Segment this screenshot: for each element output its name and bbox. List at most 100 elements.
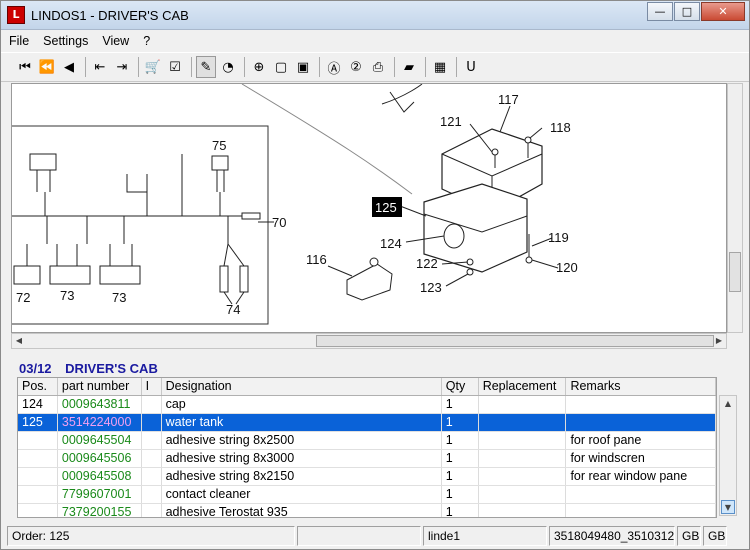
table-row[interactable]: 124 0009643811 cap 1 <box>18 396 716 414</box>
callout-125[interactable]: 125 <box>375 200 397 215</box>
drawing-vscroll-thumb[interactable] <box>729 252 741 292</box>
grid-icon[interactable]: ▦ <box>430 56 450 78</box>
title-bar[interactable]: L LINDOS1 - DRIVER'S CAB — □ ✕ <box>1 1 749 30</box>
callout-119[interactable]: 119 <box>548 230 569 245</box>
globe-icon[interactable]: ◔ <box>218 56 238 78</box>
menu-file[interactable]: File <box>9 34 29 48</box>
cart-icon[interactable]: 🛒 <box>143 56 163 78</box>
col-i[interactable]: I <box>142 378 162 395</box>
scroll-left-icon[interactable]: ◀ <box>12 334 26 348</box>
cell-remarks: for rear window pane <box>566 468 716 485</box>
status-ids: 3518049480_3510312 <box>549 526 675 546</box>
app-icon[interactable]: L <box>7 6 25 24</box>
table-row[interactable]: 0009645504 adhesive string 8x2500 1 for roo… <box>18 432 716 450</box>
col-replacement[interactable]: Replacement <box>479 378 567 395</box>
menu-view[interactable]: View <box>102 34 129 48</box>
cell-remarks <box>566 414 716 431</box>
find-2-icon[interactable]: ② <box>346 56 366 78</box>
exploded-view-svg: 75 70 72 73 73 74 117 121 118 125 124 11… <box>12 84 578 325</box>
previous-icon[interactable]: ◀ <box>59 56 79 78</box>
col-remarks[interactable]: Remarks <box>566 378 716 395</box>
scroll-up-icon[interactable]: ▲ <box>721 397 735 411</box>
cell-part-number: 0009643811 <box>58 396 142 413</box>
callout-117[interactable]: 117 <box>498 92 519 107</box>
menu-settings[interactable]: Settings <box>43 34 88 48</box>
cell-qty: 1 <box>442 486 479 503</box>
section-title: DRIVER'S CAB <box>65 361 158 376</box>
cell-qty: 1 <box>442 450 479 467</box>
maximize-button[interactable]: □ <box>674 2 700 21</box>
cell-i <box>142 468 162 485</box>
cell-replacement <box>479 504 567 517</box>
callout-116[interactable]: 116 <box>306 252 327 267</box>
parts-table: Pos. part number I Designation Qty Repla… <box>17 377 717 518</box>
cell-pos <box>18 486 58 503</box>
cell-i <box>142 450 162 467</box>
toolbar-separator <box>394 57 395 77</box>
cell-designation: water tank <box>162 414 442 431</box>
drawing-hscroll-thumb[interactable] <box>316 335 714 347</box>
close-button[interactable]: ✕ <box>701 2 745 21</box>
back-page-icon[interactable]: ⇤ <box>90 56 110 78</box>
parts-drawing[interactable]: 75 70 72 73 73 74 117 121 118 125 124 11… <box>11 83 727 333</box>
callout-122[interactable]: 122 <box>416 256 438 271</box>
menu-help[interactable]: ? <box>143 34 150 48</box>
callout-124[interactable]: 124 <box>380 236 402 251</box>
callout-70[interactable]: 70 <box>272 215 286 230</box>
cell-i <box>142 414 162 431</box>
callout-73a[interactable]: 73 <box>60 288 74 303</box>
first-icon[interactable]: ⏮ <box>15 56 35 78</box>
table-row[interactable]: 7379200155 adhesive Terostat 935 1 <box>18 504 716 517</box>
callout-72[interactable]: 72 <box>16 290 30 305</box>
table-row[interactable]: 0009645506 adhesive string 8x3000 1 for win… <box>18 450 716 468</box>
print-icon[interactable]: ⎙ <box>368 56 388 78</box>
callout-74[interactable]: 74 <box>226 302 240 317</box>
checklist-icon[interactable]: ☑ <box>165 56 185 78</box>
book-icon[interactable]: ▰ <box>399 56 419 78</box>
callout-73b[interactable]: 73 <box>112 290 126 305</box>
find-a-icon[interactable]: Ⓐ <box>324 56 344 78</box>
previous-fast-icon[interactable]: ⏪ <box>37 56 57 78</box>
cell-qty: 1 <box>442 396 479 413</box>
scroll-down-icon[interactable]: ▼ <box>721 500 735 514</box>
cell-qty: 1 <box>442 504 479 517</box>
table-vertical-scrollbar[interactable]: ▲ ▼ <box>719 395 737 516</box>
link-tool-icon[interactable]: ✎ <box>196 56 216 78</box>
minimize-button[interactable]: — <box>647 2 673 21</box>
toolbar-separator <box>319 57 320 77</box>
table-row[interactable]: 0009645508 adhesive string 8x2150 1 for rea… <box>18 468 716 486</box>
cell-part-number: 7379200155 <box>58 504 142 517</box>
cell-replacement <box>479 432 567 449</box>
col-pos[interactable]: Pos. <box>18 378 58 395</box>
col-part-number[interactable]: part number <box>58 378 142 395</box>
callout-75[interactable]: 75 <box>212 138 226 153</box>
cell-designation: adhesive string 8x2150 <box>162 468 442 485</box>
callout-120[interactable]: 120 <box>556 260 578 275</box>
page-icon[interactable]: ▢ <box>271 56 291 78</box>
callout-118[interactable]: 118 <box>550 120 571 135</box>
cell-designation: cap <box>162 396 442 413</box>
cell-pos <box>18 504 58 517</box>
page-view-icon[interactable]: ▣ <box>293 56 313 78</box>
col-qty[interactable]: Qty <box>442 378 479 395</box>
forward-page-icon[interactable]: ⇥ <box>112 56 132 78</box>
drawing-horizontal-scrollbar[interactable]: ◀ ▶ <box>11 333 727 349</box>
drawing-vertical-scrollbar[interactable] <box>727 83 743 333</box>
cell-part-number: 0009645508 <box>58 468 142 485</box>
u-icon[interactable]: U <box>461 56 481 78</box>
cell-part-number: 7799607001 <box>58 486 142 503</box>
table-row[interactable]: 7799607001 contact cleaner 1 <box>18 486 716 504</box>
status-lang-1: GB <box>677 526 701 546</box>
cell-replacement <box>479 450 567 467</box>
cell-qty: 1 <box>442 414 479 431</box>
table-row[interactable]: 125 3514224000 water tank 1 <box>18 414 716 432</box>
toolbar-separator <box>425 57 426 77</box>
zoom-in-icon[interactable]: ⊕ <box>249 56 269 78</box>
callout-121[interactable]: 121 <box>440 114 462 129</box>
toolbar-separator <box>191 57 192 77</box>
cell-part-number: 3514224000 <box>58 414 142 431</box>
callout-123[interactable]: 123 <box>420 280 442 295</box>
cell-designation: contact cleaner <box>162 486 442 503</box>
col-designation[interactable]: Designation <box>162 378 442 395</box>
scroll-right-icon[interactable]: ▶ <box>712 334 726 348</box>
